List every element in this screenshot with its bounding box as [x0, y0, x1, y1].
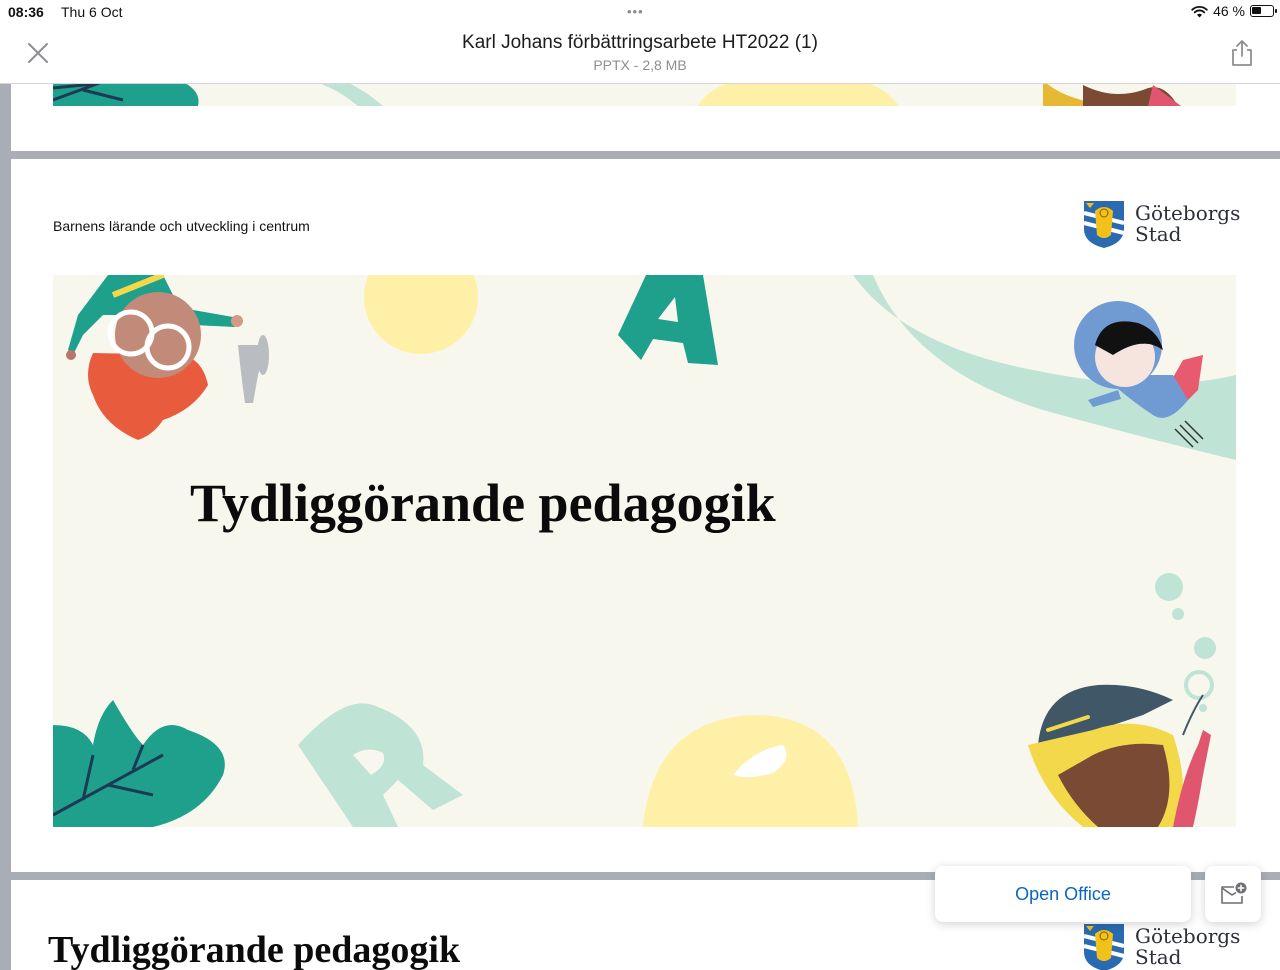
top-bar: 08:36 Thu 6 Oct ••• 46 % Karl Johans för…: [0, 0, 1280, 84]
status-time: 08:36: [8, 4, 44, 20]
slide-title: Tydliggörande pedagogik: [190, 473, 776, 533]
slide-header-text: Barnens lärande och utveckling i centrum: [53, 218, 310, 234]
decorative-illustration: [53, 275, 1236, 827]
status-date: Thu 6 Oct: [61, 4, 123, 20]
next-slide-title: Tydliggörande pedagogik: [48, 929, 461, 970]
multitasking-dots[interactable]: •••: [627, 4, 644, 19]
goteborgs-stad-logo: Göteborgs Stad: [1081, 922, 1240, 970]
logo-line-2: Stad: [1135, 945, 1182, 969]
coat-of-arms-icon: [1083, 924, 1125, 970]
goteborgs-stad-logo: Göteborgs Stad: [1081, 199, 1240, 249]
slide-current[interactable]: Barnens lärande och utveckling i centrum…: [11, 159, 1280, 872]
wifi-icon: [1191, 5, 1208, 17]
document-subtitle: PPTX - 2,8 MB: [593, 57, 687, 73]
coat-of-arms-icon: [1083, 201, 1125, 248]
slide-artwork: [53, 275, 1236, 827]
document-title: Karl Johans förbättringsarbete HT2022 (1…: [462, 32, 818, 53]
battery-icon: [1250, 5, 1277, 17]
status-indicators: 46 %: [1191, 3, 1277, 19]
open-office-button[interactable]: Open Office: [935, 866, 1191, 922]
battery-level: [1252, 7, 1261, 14]
logo-line-1: Göteborgs: [1135, 201, 1241, 225]
mail-add-icon: [1221, 882, 1247, 904]
logo-line-1: Göteborgs: [1135, 924, 1241, 948]
logo-text: Göteborgs Stad: [1135, 203, 1240, 245]
share-icon[interactable]: [1229, 39, 1255, 67]
battery-percent: 46 %: [1213, 3, 1245, 19]
logo-text: Göteborgs Stad: [1135, 926, 1240, 968]
compose-mail-button[interactable]: [1205, 866, 1261, 922]
logo-line-2: Stad: [1135, 222, 1182, 246]
